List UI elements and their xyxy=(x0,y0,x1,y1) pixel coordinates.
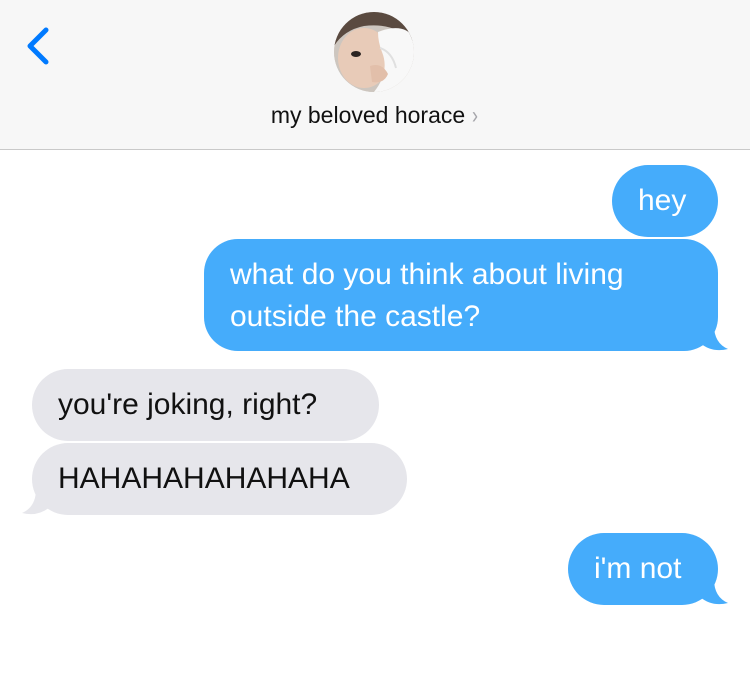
message-bubble-sent[interactable]: hey xyxy=(612,165,718,237)
contact-photo-icon xyxy=(334,12,414,92)
conversation-header: my beloved horace › xyxy=(0,0,750,150)
chevron-right-icon: › xyxy=(472,102,479,129)
contact-avatar[interactable] xyxy=(334,12,414,92)
sent-bubble-tail xyxy=(700,325,728,351)
back-button[interactable] xyxy=(20,22,60,70)
contact-name: my beloved horace xyxy=(270,102,466,128)
message-bubble-sent[interactable]: i'm not xyxy=(568,533,718,605)
message-bubble-received[interactable]: you're joking, right? xyxy=(32,369,379,441)
message-bubble-sent[interactable]: what do you think about living outside t… xyxy=(204,239,718,351)
sent-bubble-tail xyxy=(700,579,728,605)
received-bubble-tail xyxy=(22,489,50,515)
message-bubble-received[interactable]: HAHAHAHAHAHAHA xyxy=(32,443,407,515)
chevron-left-icon xyxy=(27,27,49,65)
contact-name-button[interactable]: my beloved horace › xyxy=(0,100,750,131)
